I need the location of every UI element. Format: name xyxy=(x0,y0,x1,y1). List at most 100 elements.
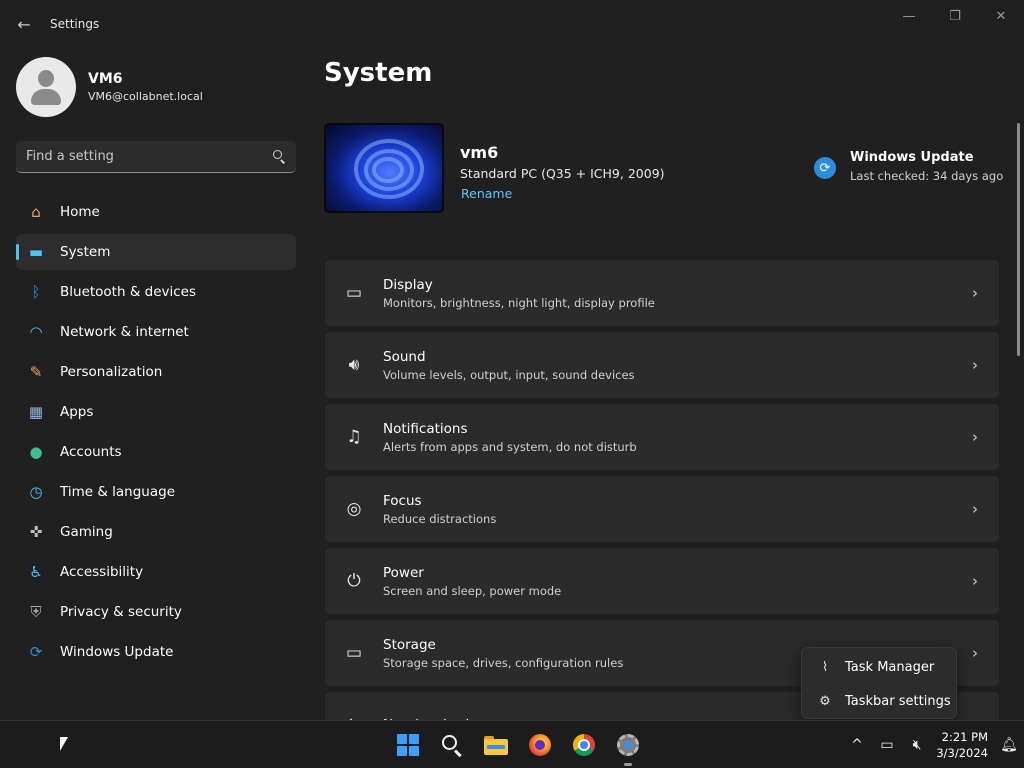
minimize-icon: — xyxy=(902,8,916,24)
clock-time: 2:21 PM xyxy=(941,730,988,744)
chevron-right-icon: › xyxy=(972,644,978,662)
windows-update-shortcut[interactable]: ⟳ Windows Update Last checked: 34 days a… xyxy=(814,150,1003,183)
card-text: Power Screen and sleep, power mode xyxy=(383,565,951,598)
menu-item-label: Taskbar settings xyxy=(845,693,951,709)
restore-button[interactable]: ❐ xyxy=(932,0,978,32)
search-icon[interactable] xyxy=(272,149,286,164)
network-button[interactable]: ▭ xyxy=(872,727,902,763)
avatar xyxy=(16,57,76,117)
card-subtitle: Volume levels, output, input, sound devi… xyxy=(383,367,635,382)
clock-date: 3/3/2024 xyxy=(936,746,988,760)
card-title: Focus xyxy=(383,492,422,509)
windows-update-title: Windows Update xyxy=(850,150,974,165)
card-focus[interactable]: ◎ Focus Reduce distractions › xyxy=(325,476,999,542)
sidebar-item-label: Accessibility xyxy=(60,564,144,580)
sidebar-item-label: Accounts xyxy=(60,444,122,460)
chrome-icon xyxy=(573,734,595,756)
sidebar-item-windows-update[interactable]: ⟳ Windows Update xyxy=(16,634,296,670)
sidebar-item-privacy-security[interactable]: ⛨ Privacy & security xyxy=(16,594,296,630)
search-input[interactable] xyxy=(26,149,272,164)
card-display[interactable]: ▭ Display Monitors, brightness, night ligh… xyxy=(325,260,999,326)
rename-link[interactable]: Rename xyxy=(461,186,512,201)
sidebar-item-time-language[interactable]: ◷ Time & language xyxy=(16,474,296,510)
windows-update-icon: ⟳ xyxy=(29,643,43,661)
sidebar-item-label: Personalization xyxy=(60,364,163,380)
clock-globe-icon: ◷ xyxy=(29,483,43,501)
card-title: Display xyxy=(383,276,433,293)
firefox-icon xyxy=(529,734,551,756)
tray-overflow-button[interactable]: ^ xyxy=(842,727,872,763)
chrome-button[interactable] xyxy=(562,727,606,763)
close-icon: ✕ xyxy=(995,8,1007,24)
sidebar-item-label: Apps xyxy=(60,404,94,420)
task-manager-icon: ⌇ xyxy=(821,659,829,675)
volume-muted-icon: 🔇︎ xyxy=(912,737,922,753)
sidebar-item-home[interactable]: ⌂ Home xyxy=(16,194,296,230)
sidebar: VM6 VM6@collabnet.local ⌂ Home ▬ System ᛒ Blu… xyxy=(0,48,312,720)
back-button[interactable]: ← xyxy=(0,0,48,48)
window-controls: — ❐ ✕ xyxy=(886,0,1024,32)
sidebar-item-gaming[interactable]: ✜ Gaming xyxy=(16,514,296,550)
menu-item-taskbar-settings[interactable]: ⚙ Taskbar settings xyxy=(802,684,956,718)
storage-icon: ▭ xyxy=(345,643,363,663)
menu-item-task-manager[interactable]: ⌇ Task Manager xyxy=(802,650,956,684)
settings-gear-icon xyxy=(617,734,639,756)
minimize-button[interactable]: — xyxy=(886,0,932,32)
gear-icon: ⚙ xyxy=(819,693,831,709)
speaker-icon: 🔊︎ xyxy=(348,355,360,375)
card-text: Display Monitors, brightness, night light… xyxy=(383,277,951,310)
clock[interactable]: 2:21 PM 3/3/2024 xyxy=(932,730,994,760)
sidebar-item-apps[interactable]: ▦ Apps xyxy=(16,394,296,430)
mouse-cursor xyxy=(60,737,68,751)
monitor-icon: ▭ xyxy=(345,283,363,303)
search-box[interactable] xyxy=(16,141,296,173)
device-model: Standard PC (Q35 + ICH9, 2009) xyxy=(460,166,665,181)
sidebar-item-accounts[interactable]: ● Accounts xyxy=(16,434,296,470)
page-title: System xyxy=(324,58,433,88)
card-power[interactable]: ⏻ Power Screen and sleep, power mode › xyxy=(325,548,999,614)
close-button[interactable]: ✕ xyxy=(978,0,1024,32)
sidebar-item-label: Windows Update xyxy=(60,644,174,660)
card-subtitle: Reduce distractions xyxy=(383,511,497,526)
device-wallpaper-thumbnail xyxy=(324,123,444,213)
profile-email: VM6@collabnet.local xyxy=(88,90,203,103)
card-title: Power xyxy=(383,564,424,581)
network-icon: ▭ xyxy=(880,737,894,753)
firefox-button[interactable] xyxy=(518,727,562,763)
volume-button[interactable]: 🔇︎ xyxy=(902,727,932,763)
system-tray: ^ ▭ 🔇︎ 2:21 PM 3/3/2024 🔔︎ xyxy=(842,721,1024,768)
card-text: Focus Reduce distractions xyxy=(383,493,951,526)
title-bar: ← Settings — ❐ ✕ xyxy=(0,0,1024,48)
file-explorer-button[interactable] xyxy=(474,727,518,763)
chevron-right-icon: › xyxy=(972,572,978,590)
card-text: Sound Volume levels, output, input, sound… xyxy=(383,349,951,382)
user-profile[interactable]: VM6 VM6@collabnet.local xyxy=(16,57,203,117)
profile-text: VM6 VM6@collabnet.local xyxy=(88,71,203,103)
windows-update-status: Last checked: 34 days ago xyxy=(850,169,1004,183)
card-subtitle: Monitors, brightness, night light, displ… xyxy=(383,295,655,310)
card-subtitle: Alerts from apps and system, do not dist… xyxy=(383,439,637,454)
sidebar-item-label: Privacy & security xyxy=(60,604,182,620)
chevron-right-icon: › xyxy=(972,356,978,374)
sidebar-item-network-internet[interactable]: ◠ Network & internet xyxy=(16,314,296,350)
bluetooth-icon: ᛒ xyxy=(31,283,41,301)
card-notifications[interactable]: ♫ Notifications Alerts from apps and syste… xyxy=(325,404,999,470)
sidebar-item-bluetooth-devices[interactable]: ᛒ Bluetooth & devices xyxy=(16,274,296,310)
notification-center-button[interactable]: 🔔︎ xyxy=(994,727,1024,763)
folder-icon xyxy=(484,735,508,755)
focus-icon: ◎ xyxy=(346,499,362,519)
settings-app-button[interactable] xyxy=(606,727,650,766)
sidebar-nav: ⌂ Home ▬ System ᛒ Bluetooth & devices ◠ Network… xyxy=(16,194,296,674)
taskbar-search-button[interactable] xyxy=(430,727,474,763)
accessibility-icon: ♿ xyxy=(29,563,43,581)
start-button[interactable] xyxy=(386,727,430,763)
back-arrow-icon: ← xyxy=(17,14,31,34)
bell-icon: 🔔︎ xyxy=(1000,737,1018,753)
sidebar-item-accessibility[interactable]: ♿ Accessibility xyxy=(16,554,296,590)
scrollbar-thumb[interactable] xyxy=(1017,123,1020,356)
card-sound[interactable]: 🔊︎ Sound Volume levels, output, input, sou… xyxy=(325,332,999,398)
sidebar-item-system[interactable]: ▬ System xyxy=(16,234,296,270)
windows-logo-icon xyxy=(397,734,419,756)
bell-icon: ♫ xyxy=(346,427,362,447)
sidebar-item-personalization[interactable]: ✎ Personalization xyxy=(16,354,296,390)
